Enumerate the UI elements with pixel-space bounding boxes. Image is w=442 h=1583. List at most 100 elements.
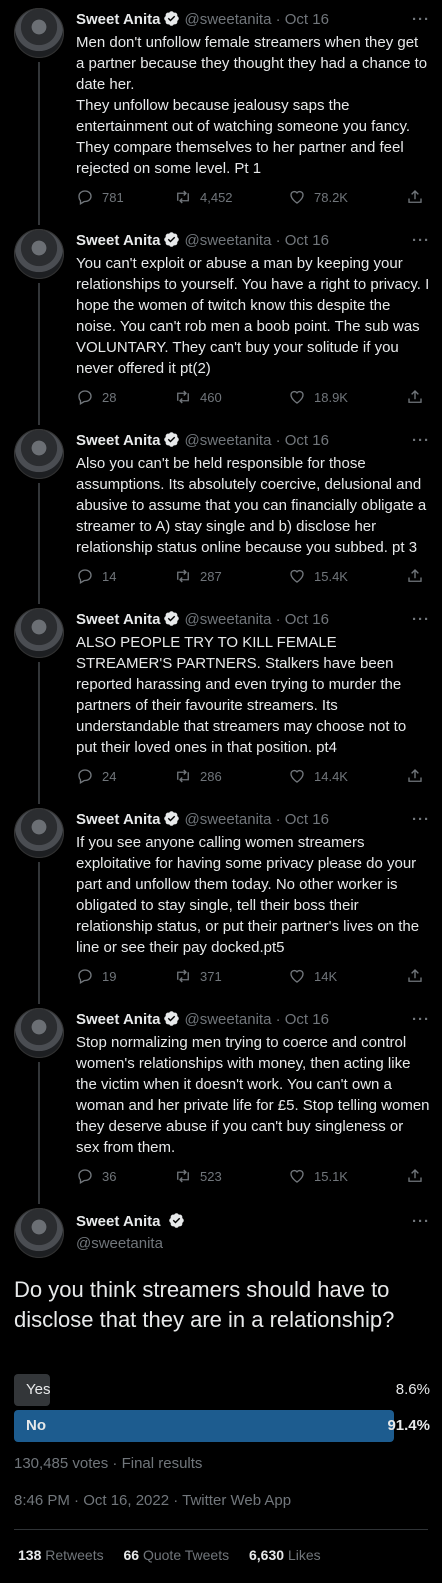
like-button[interactable]: 14K [288,967,337,985]
retweet-icon [177,769,189,783]
author-handle[interactable]: @sweetanita [184,611,271,628]
poll-option-yes: Yes 8.6% [14,1374,430,1406]
avatar[interactable] [14,1208,64,1258]
author-handle[interactable]: @sweetanita [184,432,271,449]
divider [14,1529,428,1530]
poll-option-percent: 8.6% [395,1381,430,1398]
share-button[interactable] [406,967,424,985]
tweet-stats: 138 Retweets 66 Quote Tweets 6,630 Likes [18,1546,321,1564]
avatar[interactable] [14,808,64,858]
like-button[interactable]: 18.9K [288,388,348,406]
retweet-button[interactable]: 287 [174,567,222,585]
retweet-button[interactable]: 523 [174,1167,222,1185]
quote-tweets-stat[interactable]: 66 Quote Tweets [124,1547,230,1563]
thread-connector [38,483,40,604]
author-handle[interactable]: @sweetanita [184,1011,271,1028]
author-handle[interactable]: @sweetanita [184,811,271,828]
reply-button[interactable]: 19 [76,967,116,985]
author-name[interactable]: Sweet Anita [76,611,160,628]
author-handle[interactable]: @sweetanita [184,11,271,28]
tweet-date[interactable]: · Oct 16 [276,11,329,28]
verified-badge-icon [164,611,180,626]
share-icon [408,969,422,982]
reply-count: 14 [102,568,117,584]
avatar[interactable] [14,429,64,479]
reply-count: 781 [102,189,124,205]
poll-option-percent: 91.4% [387,1417,430,1434]
retweet-count: 523 [200,1168,222,1184]
more-options-icon[interactable]: ··· [412,231,430,251]
author-name[interactable]: Sweet Anita [76,232,160,249]
reply-icon [78,769,92,784]
like-button[interactable]: 15.1K [288,1167,348,1185]
reply-count: 28 [102,389,117,405]
retweet-count: 371 [200,968,222,984]
author-name[interactable]: Sweet Anita [76,11,160,28]
share-icon [408,769,422,782]
reply-icon [78,1169,92,1184]
retweets-stat[interactable]: 138 Retweets [18,1547,104,1563]
more-options-icon[interactable]: ··· [412,810,430,830]
tweet-date[interactable]: · Oct 16 [276,432,329,449]
tweet-date[interactable]: · Oct 16 [276,811,329,828]
share-icon [408,190,422,203]
poll-option-label: No [26,1417,46,1434]
avatar[interactable] [14,229,64,279]
share-button[interactable] [406,767,424,785]
like-icon [290,769,304,783]
reply-button[interactable]: 28 [76,388,116,406]
likes-stat[interactable]: 6,630 Likes [249,1547,321,1563]
retweet-icon [177,390,189,404]
like-count: 78.2K [314,189,348,205]
more-options-icon[interactable]: ··· [412,610,430,630]
poll-question: Do you think streamers should have to di… [14,1277,395,1332]
avatar[interactable] [14,1008,64,1058]
retweet-count: 286 [200,768,222,784]
retweet-button[interactable]: 286 [174,767,222,785]
share-button[interactable] [406,1167,424,1185]
share-icon [408,390,422,403]
more-options-icon[interactable]: ··· [412,10,430,30]
like-button[interactable]: 15.4K [288,567,348,585]
retweet-count: 460 [200,389,222,405]
tweet-text: You can't exploit or abuse a man by keep… [76,255,430,377]
like-count: 14.4K [314,768,348,784]
tweet-timestamp[interactable]: 8:46 PM · Oct 16, 2022 · Twitter Web App [14,1491,291,1511]
author-handle[interactable]: @sweetanita [184,232,271,249]
reply-button[interactable]: 14 [76,567,116,585]
author-name[interactable]: Sweet Anita [76,1011,160,1028]
avatar[interactable] [14,8,64,58]
retweet-icon [177,569,189,583]
verified-badge-icon [168,1213,184,1228]
reply-button[interactable]: 36 [76,1167,116,1185]
like-button[interactable]: 14.4K [288,767,348,785]
like-icon [290,1169,304,1183]
poll-option-label: Yes [26,1381,51,1398]
share-button[interactable] [406,388,424,406]
share-button[interactable] [406,567,424,585]
author-name[interactable]: Sweet Anita [76,811,160,828]
tweet-date[interactable]: · Oct 16 [276,611,329,628]
tweet-text: Men don't unfollow female streamers when… [76,34,428,177]
retweet-button[interactable]: 460 [174,388,222,406]
avatar[interactable] [14,608,64,658]
share-button[interactable] [406,188,424,206]
like-button[interactable]: 78.2K [288,188,348,206]
more-options-icon[interactable]: ··· [412,431,430,451]
more-options-icon[interactable]: ··· [412,1010,430,1030]
author-handle[interactable]: @sweetanita [76,1234,430,1254]
tweet-date[interactable]: · Oct 16 [276,1011,329,1028]
author-name[interactable]: Sweet Anita [76,432,160,449]
more-options-icon[interactable]: ··· [412,1212,430,1232]
retweet-button[interactable]: 4,452 [174,188,233,206]
like-icon [290,390,304,404]
reply-button[interactable]: 24 [76,767,116,785]
share-icon [408,569,422,582]
tweet-date[interactable]: · Oct 16 [276,232,329,249]
reply-button[interactable]: 781 [76,188,124,206]
thread-connector [38,1062,40,1204]
author-name[interactable]: Sweet Anita [76,1213,160,1230]
like-count: 15.1K [314,1168,348,1184]
tweet-actions: 19 371 14K [76,967,430,987]
retweet-button[interactable]: 371 [174,967,222,985]
